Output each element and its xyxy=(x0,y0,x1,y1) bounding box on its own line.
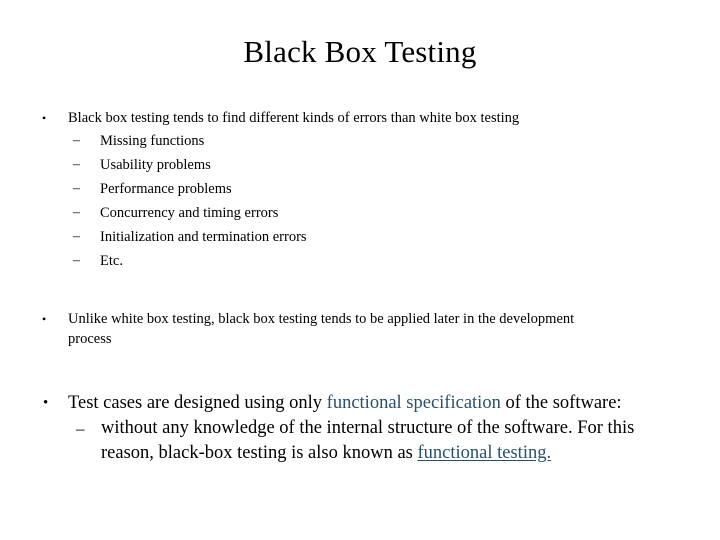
slide: Black Box Testing • Black box testing te… xyxy=(0,0,720,540)
slide-body: • Black box testing tends to find differ… xyxy=(0,108,720,466)
list-item: – Initialization and termination errors xyxy=(0,225,720,249)
emphasis-functional-testing: functional testing. xyxy=(417,443,552,463)
bullet-dash-icon: – xyxy=(73,205,80,220)
list-item-text-trailing: of the software: xyxy=(500,393,622,413)
list-item-label: Test cases are designed using only funct… xyxy=(68,391,675,416)
content-block-1: • Black box testing tends to find differ… xyxy=(0,108,720,273)
list-item-label: Black box testing tends to find differen… xyxy=(68,110,520,126)
list-item-label: Performance problems xyxy=(100,181,232,197)
bullet-dot-icon: • xyxy=(43,395,49,411)
list-item: – Usability problems xyxy=(0,153,720,177)
page-title: Black Box Testing xyxy=(243,34,477,69)
list-item: – Missing functions xyxy=(0,129,720,153)
emphasis-functional-specification: functional specification xyxy=(326,393,501,413)
sublist-block-1: – Missing functions – Usability problems… xyxy=(0,129,720,273)
list-item-label: Usability problems xyxy=(100,157,211,173)
bullet-dash-icon: – xyxy=(73,253,80,268)
list-item: • Test cases are designed using only fun… xyxy=(0,391,720,416)
bullet-dash-icon: – xyxy=(73,181,80,196)
bullet-dash-icon: – xyxy=(73,133,80,148)
list-item-text-leading: Test cases are designed using only xyxy=(68,393,327,413)
bullet-dash-icon: – xyxy=(76,419,85,438)
list-item: • Black box testing tends to find differ… xyxy=(0,108,720,128)
bullet-dash-icon: – xyxy=(73,229,80,244)
list-item: – Performance problems xyxy=(0,177,720,201)
list-item-text-leading: without any knowledge of the internal st… xyxy=(101,418,635,463)
bullet-dash-icon: – xyxy=(73,157,80,172)
list-item: – without any knowledge of the internal … xyxy=(0,416,720,466)
bullet-dot-icon: • xyxy=(42,312,47,326)
list-item-label: Etc. xyxy=(100,253,123,269)
list-item-label: Missing functions xyxy=(100,133,205,149)
bullet-dot-icon: • xyxy=(42,111,47,125)
list-item-label: Initialization and termination errors xyxy=(100,229,307,245)
list-item: – Concurrency and timing errors xyxy=(0,201,720,225)
list-item: • Unlike white box testing, black box te… xyxy=(0,309,720,349)
list-item: – Etc. xyxy=(0,249,720,273)
content-block-3: • Test cases are designed using only fun… xyxy=(0,391,720,466)
content-block-2: • Unlike white box testing, black box te… xyxy=(0,309,720,349)
list-item-label: without any knowledge of the internal st… xyxy=(101,416,674,466)
list-item-label: Unlike white box testing, black box test… xyxy=(68,311,575,347)
list-item-label: Concurrency and timing errors xyxy=(100,205,279,221)
